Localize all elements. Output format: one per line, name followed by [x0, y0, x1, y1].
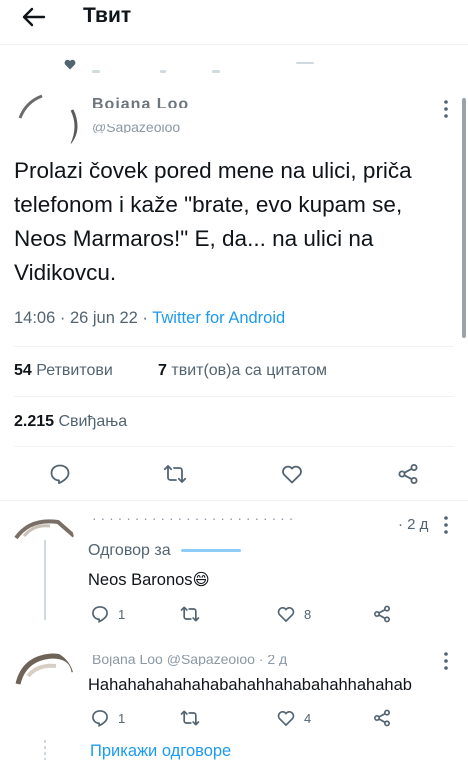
like-icon	[277, 607, 295, 623]
reply-count: 1	[118, 606, 126, 622]
likes-count: 2.215	[14, 413, 55, 430]
tweet-source[interactable]: Twitter for Android	[152, 309, 285, 327]
thread-line	[44, 540, 46, 620]
context-fragment	[160, 70, 166, 73]
share-icon	[374, 709, 390, 727]
retweets-label: Ретвитови	[36, 362, 113, 379]
reply-button[interactable]: 1	[90, 604, 125, 624]
more-options-icon[interactable]	[443, 100, 449, 118]
divider	[0, 500, 468, 501]
header-divider	[0, 44, 468, 45]
heart-small-icon	[64, 59, 76, 70]
retweet-icon	[180, 710, 200, 726]
author-name[interactable]: Bojana Loo	[92, 96, 189, 108]
reply-button[interactable]: 1	[90, 708, 125, 728]
likes-label: Свиђања	[58, 413, 128, 430]
like-icon	[277, 711, 295, 727]
back-arrow-icon[interactable]	[20, 6, 46, 28]
retweet-icon	[180, 606, 200, 622]
mention-link[interactable]	[181, 549, 242, 553]
tweet-time[interactable]: 14:06 · 26 jun 22 ·	[14, 309, 152, 327]
author-handle[interactable]: @Sapazeoioo	[92, 124, 180, 133]
likes-stat[interactable]: 2.215 Свиђања	[14, 413, 127, 431]
tweet-meta: 14:06 · 26 jun 22 · Twitter for Android	[14, 309, 285, 328]
like-button[interactable]: 4	[276, 708, 311, 728]
like-count: 4	[304, 710, 312, 726]
reply-count: 1	[118, 710, 126, 726]
reply-icon[interactable]	[48, 462, 72, 486]
replying-to-label: Одговор за	[88, 542, 171, 559]
retweet-button[interactable]	[180, 708, 208, 728]
retweet-icon[interactable]	[163, 462, 187, 486]
retweet-button[interactable]	[180, 604, 208, 624]
replying-to: Одговор за	[88, 542, 242, 560]
context-fragment	[212, 70, 220, 73]
share-icon	[374, 605, 390, 623]
share-icon[interactable]	[396, 462, 420, 486]
share-button[interactable]	[372, 604, 392, 624]
reply-icon	[92, 710, 108, 727]
show-replies-link[interactable]: Прикажи одговоре	[90, 742, 231, 761]
like-count: 8	[304, 606, 312, 622]
divider	[14, 346, 454, 347]
like-icon[interactable]	[280, 462, 304, 486]
divider	[14, 396, 454, 397]
reply-header[interactable]: · · · · · · · · · · · · · · · · · · · · …	[92, 514, 382, 524]
author-avatar[interactable]	[14, 92, 78, 156]
like-button[interactable]: 8	[276, 604, 311, 624]
share-button[interactable]	[372, 708, 392, 728]
context-fragment	[92, 70, 100, 73]
quotes-label: твит(ов)а са цитатом	[171, 362, 328, 379]
page-title: Твит	[83, 4, 132, 27]
scrollbar[interactable]	[462, 98, 466, 338]
reply-text: Neos Baronos😄	[88, 571, 210, 589]
more-options-icon[interactable]	[443, 652, 449, 670]
divider	[14, 446, 454, 447]
reply-header[interactable]: Bojana Loo @Sapazeoioo · 2 д	[92, 655, 362, 666]
context-fragment	[296, 62, 314, 64]
retweets-count: 54	[14, 362, 32, 379]
thread-line-dotted	[44, 740, 46, 760]
more-options-icon[interactable]	[443, 516, 449, 534]
reply-avatar[interactable]	[14, 514, 74, 540]
reply-text: Hahahahahahahabahahhahabahahhahahab	[88, 676, 412, 694]
quotes-count: 7	[158, 362, 167, 379]
reply-avatar[interactable]	[14, 650, 74, 710]
top-bar: Твит	[0, 0, 468, 44]
tweet-text: Prolazi čovek pored mene na ulici, priča…	[14, 158, 412, 285]
quotes-stat[interactable]: 7 твит(ов)а са цитатом	[158, 362, 327, 380]
reply-time[interactable]: · 2 д	[398, 516, 428, 533]
reply-icon	[92, 606, 108, 623]
retweets-stat[interactable]: 54 Ретвитови	[14, 362, 113, 380]
